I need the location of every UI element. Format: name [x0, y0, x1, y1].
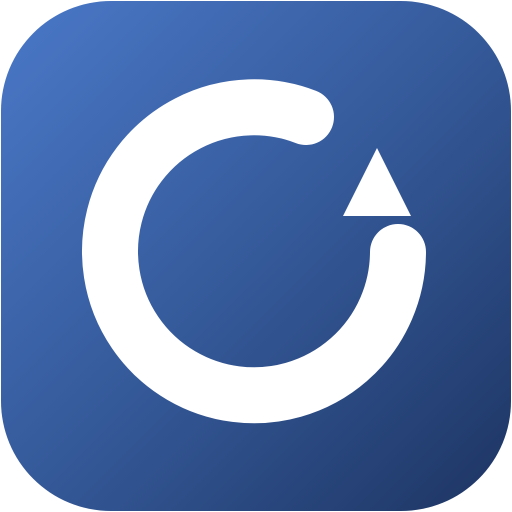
app-icon[interactable]: [0, 0, 512, 512]
icon-background: [1, 1, 511, 511]
refresh-icon: [1, 1, 511, 511]
